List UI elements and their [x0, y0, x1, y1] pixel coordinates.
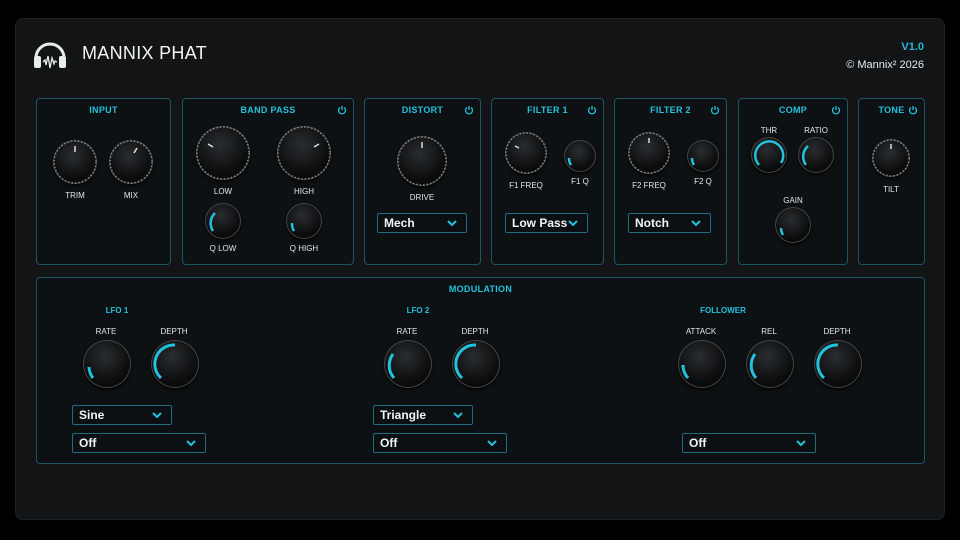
- ratio-label: RATIO: [804, 126, 828, 135]
- lfo2-shape-dropdown[interactable]: Triangle: [373, 405, 473, 425]
- lfo2-title: LFO 2: [406, 306, 430, 315]
- chevron-down-icon: [447, 220, 457, 227]
- power-icon[interactable]: [710, 105, 720, 115]
- headphones-logo-icon: [30, 34, 70, 74]
- lfo2-depth-knob[interactable]: [452, 340, 500, 388]
- lfo2-target-dropdown[interactable]: Off: [373, 433, 507, 453]
- modulation-panel: MODULATION LFO 1 RATE DEPTH Sine Off LFO…: [36, 277, 925, 464]
- q-low-label: Q LOW: [209, 244, 237, 253]
- mix-label: MIX: [123, 191, 139, 200]
- panel-title: BAND PASS: [240, 105, 296, 115]
- dropdown-value: Off: [689, 436, 707, 450]
- f1-q-knob[interactable]: [564, 140, 596, 172]
- attack-label: ATTACK: [685, 327, 717, 336]
- f1-q-label: F1 Q: [571, 177, 589, 186]
- drive-knob[interactable]: [397, 136, 447, 186]
- dropdown-value: Low Pass: [512, 216, 568, 230]
- low-label: LOW: [213, 187, 233, 196]
- f2-freq-label: F2 FREQ: [632, 181, 666, 190]
- q-high-knob[interactable]: [286, 203, 322, 239]
- dropdown-value: Notch: [635, 216, 669, 230]
- lfo1-rate-knob[interactable]: [83, 340, 131, 388]
- panel-title: MODULATION: [448, 284, 513, 294]
- lfo2-depth-label: DEPTH: [461, 327, 489, 336]
- chevron-down-icon: [152, 412, 162, 419]
- q-high-label: Q HIGH: [289, 244, 319, 253]
- version-label: V1.0: [901, 41, 924, 53]
- thr-knob[interactable]: [751, 137, 787, 173]
- high-knob[interactable]: [277, 126, 331, 180]
- trim-label: TRIM: [65, 191, 85, 200]
- f2-q-label: F2 Q: [694, 177, 712, 186]
- lfo1-title: LFO 1: [105, 306, 129, 315]
- gain-label: GAIN: [783, 196, 803, 205]
- chevron-down-icon: [453, 412, 463, 419]
- tilt-label: TILT: [883, 185, 899, 194]
- drive-label: DRIVE: [409, 193, 435, 202]
- power-icon[interactable]: [908, 105, 918, 115]
- dropdown-value: Triangle: [380, 408, 427, 422]
- filter1-type-dropdown[interactable]: Low Pass: [505, 213, 588, 233]
- f2-freq-knob[interactable]: [628, 132, 670, 174]
- lfo2-rate-label: RATE: [396, 327, 418, 336]
- attack-knob[interactable]: [678, 340, 726, 388]
- tilt-knob[interactable]: [872, 139, 910, 177]
- filter2-panel: FILTER 2 F2 FREQ F2 Q Notch: [614, 98, 727, 265]
- chevron-down-icon: [691, 220, 701, 227]
- power-icon[interactable]: [337, 105, 347, 115]
- power-icon[interactable]: [587, 105, 597, 115]
- chevron-down-icon: [796, 440, 806, 447]
- filter1-panel: FILTER 1 F1 FREQ F1 Q Low Pass: [491, 98, 604, 265]
- high-label: HIGH: [294, 187, 314, 196]
- low-knob[interactable]: [196, 126, 250, 180]
- comp-panel: COMP THR RATIO GAIN: [738, 98, 848, 265]
- mix-knob[interactable]: [109, 140, 153, 184]
- dropdown-value: Sine: [79, 408, 105, 422]
- lfo1-depth-knob[interactable]: [151, 340, 199, 388]
- app-title: MANNIX PHAT: [82, 43, 207, 63]
- dropdown-value: Off: [79, 436, 97, 450]
- band-pass-panel: BAND PASS LOW HIGH Q LOW Q HIGH: [182, 98, 354, 265]
- f1-freq-label: F1 FREQ: [509, 181, 543, 190]
- power-icon[interactable]: [464, 105, 474, 115]
- dropdown-value: Mech: [384, 216, 415, 230]
- q-low-knob[interactable]: [205, 203, 241, 239]
- chevron-down-icon: [568, 220, 578, 227]
- lfo1-shape-dropdown[interactable]: Sine: [72, 405, 172, 425]
- gain-knob[interactable]: [775, 207, 811, 243]
- trim-knob[interactable]: [53, 140, 97, 184]
- distort-mode-dropdown[interactable]: Mech: [377, 213, 467, 233]
- lfo2-rate-knob[interactable]: [384, 340, 432, 388]
- follower-depth-knob[interactable]: [814, 340, 862, 388]
- chevron-down-icon: [186, 440, 196, 447]
- f1-freq-knob[interactable]: [505, 132, 547, 174]
- lfo1-depth-label: DEPTH: [160, 327, 188, 336]
- tone-panel: TONE TILT: [858, 98, 925, 265]
- follower-depth-label: DEPTH: [823, 327, 851, 336]
- follower-title: FOLLOWER: [700, 306, 746, 315]
- filter2-type-dropdown[interactable]: Notch: [628, 213, 711, 233]
- ratio-knob[interactable]: [798, 137, 834, 173]
- power-icon[interactable]: [831, 105, 841, 115]
- distort-panel: DISTORT DRIVE Mech: [364, 98, 481, 265]
- dropdown-value: Off: [380, 436, 398, 450]
- chevron-down-icon: [487, 440, 497, 447]
- f2-q-knob[interactable]: [687, 140, 719, 172]
- panel-title: DISTORT: [401, 105, 444, 115]
- copyright-label: © Mannix² 2026: [846, 59, 924, 71]
- rel-knob[interactable]: [746, 340, 794, 388]
- input-panel: INPUT TRIM MIX: [36, 98, 171, 265]
- panel-title: INPUT: [89, 105, 118, 115]
- lfo1-rate-label: RATE: [95, 327, 117, 336]
- lfo1-target-dropdown[interactable]: Off: [72, 433, 206, 453]
- rel-label: REL: [761, 327, 777, 336]
- follower-target-dropdown[interactable]: Off: [682, 433, 816, 453]
